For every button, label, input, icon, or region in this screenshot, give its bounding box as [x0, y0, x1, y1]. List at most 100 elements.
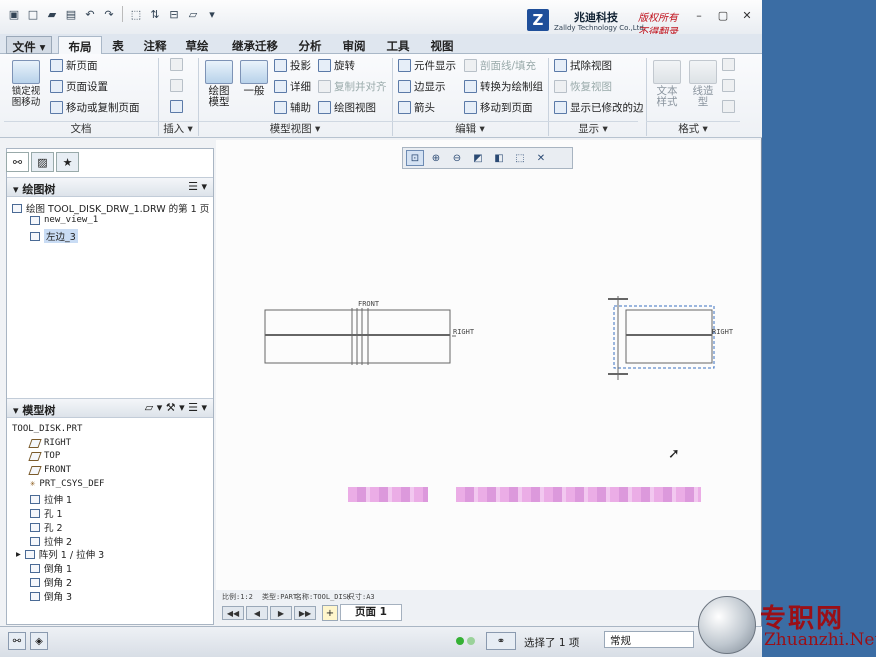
drawing-tree-root[interactable]: 绘图 TOOL_DISK_DRW_1.DRW 的第 1 页: [12, 201, 209, 215]
section-fill-button[interactable]: 剖面线/填充: [464, 58, 536, 73]
restore-view-button[interactable]: 恢复视图: [554, 79, 612, 94]
tab-legacy-migration[interactable]: 继承迁移: [224, 36, 286, 54]
format-tool-3[interactable]: [722, 100, 735, 113]
tab-analysis[interactable]: 分析: [292, 36, 328, 54]
open-folder-icon[interactable]: ▰: [44, 6, 60, 22]
group-insert-label[interactable]: 插入 ▾: [158, 121, 198, 137]
prev-page-icon[interactable]: ◀: [246, 606, 268, 620]
folder-browser-tab-icon[interactable]: ▨: [31, 152, 54, 172]
navigator-toggle-icon[interactable]: ⚯: [8, 632, 26, 650]
customize-icon[interactable]: ▾: [204, 6, 220, 22]
tree-item-top[interactable]: TOP: [28, 451, 60, 461]
text-style-button[interactable]: 文本 样式: [652, 60, 682, 108]
move-copy-page-button[interactable]: 移动或复制页面: [50, 100, 140, 115]
group-edit-label[interactable]: 编辑 ▾: [392, 121, 548, 137]
tab-annotate[interactable]: 注释: [138, 36, 172, 54]
detail-button[interactable]: 详细: [274, 79, 311, 94]
favorites-tab-icon[interactable]: ★: [56, 152, 79, 172]
model-tree-root[interactable]: TOOL_DISK.PRT: [12, 424, 82, 434]
tree-item-hole-1[interactable]: 孔 1: [30, 506, 63, 520]
new-page-button[interactable]: 新页面: [50, 58, 98, 73]
group-model-views-label[interactable]: 模型视图 ▾: [198, 121, 392, 137]
tree-settings-icon[interactable]: ☰ ▾: [188, 180, 207, 193]
page-1-tab[interactable]: 页面 1: [340, 604, 402, 621]
tree-item-hole-2[interactable]: 孔 2: [30, 520, 63, 534]
tab-review[interactable]: 审阅: [336, 36, 372, 54]
drawing-view-button[interactable]: 绘图视图: [318, 100, 376, 115]
zoom-out-icon[interactable]: ⊖: [448, 150, 466, 166]
tree-item-left-3[interactable]: 左边_3: [30, 229, 78, 243]
tree-item-right[interactable]: RIGHT: [28, 438, 71, 448]
copy-align-button[interactable]: 复制并对齐: [318, 79, 387, 94]
windows-icon[interactable]: ⊟: [166, 6, 182, 22]
convert-draw-group-button[interactable]: 转换为绘制组: [464, 79, 543, 94]
tab-tools[interactable]: 工具: [380, 36, 416, 54]
browser-toggle-icon[interactable]: ◈: [30, 632, 48, 650]
expand-icon[interactable]: ▸: [16, 549, 21, 560]
insert-tool-2[interactable]: [170, 79, 183, 92]
auxiliary-button[interactable]: 辅助: [274, 100, 311, 115]
tree-item-csys[interactable]: ✳ PRT_CSYS_DEF: [30, 479, 104, 489]
next-page-icon[interactable]: ▶: [270, 606, 292, 620]
tree-item-chamfer-1[interactable]: 倒角 1: [30, 561, 72, 575]
tab-layout[interactable]: 布局: [58, 36, 102, 54]
last-page-icon[interactable]: ▶▶: [294, 606, 316, 620]
drawing-tree-header[interactable]: ▾ 绘图树 ☰ ▾: [7, 177, 213, 197]
datum-display-icon[interactable]: ⬚: [511, 150, 529, 166]
close-icon[interactable]: ✕: [740, 8, 754, 22]
group-format-label[interactable]: 格式 ▾: [646, 121, 740, 137]
annotation-display-icon[interactable]: ✕: [532, 150, 550, 166]
tree-item-new-view-1[interactable]: new_view_1: [30, 215, 98, 225]
tab-table[interactable]: 表: [104, 36, 132, 54]
zoom-in-icon[interactable]: ⊕: [427, 150, 445, 166]
insert-tool-3[interactable]: [170, 100, 183, 113]
arrow-button[interactable]: 箭头: [398, 100, 435, 115]
tab-view[interactable]: 视图: [424, 36, 460, 54]
edge-display-button[interactable]: 边显示: [398, 79, 446, 94]
find-binoculars-icon[interactable]: ⚭: [486, 632, 516, 650]
chart-icon: [170, 58, 183, 71]
line-style-button[interactable]: 线造 型: [688, 60, 718, 108]
model-tree-tab-icon[interactable]: ⚯: [6, 152, 29, 172]
close-window-icon[interactable]: ▱: [185, 6, 201, 22]
tree-item-chamfer-3[interactable]: 倒角 3: [30, 589, 72, 603]
new-file-icon[interactable]: □: [25, 6, 41, 22]
format-tool-2[interactable]: [722, 79, 735, 92]
first-page-icon[interactable]: ◀◀: [222, 606, 244, 620]
tab-file[interactable]: 文件 ▾: [6, 36, 52, 54]
projection-button[interactable]: 投影: [274, 58, 311, 73]
selection-filter-select[interactable]: 常规: [604, 631, 694, 648]
tree-item-front[interactable]: FRONT: [28, 465, 71, 475]
refit-icon[interactable]: ⊡: [406, 150, 424, 166]
lock-view-move-button[interactable]: 锁定视 图移动: [8, 60, 44, 108]
new-page-tab-icon[interactable]: +: [322, 605, 338, 621]
model-tree-header[interactable]: ▾ 模型树 ▱ ▾ ⚒ ▾ ☰ ▾: [7, 398, 213, 418]
tree-item-extrude-2[interactable]: 拉伸 2: [30, 534, 72, 548]
tree-item-chamfer-2[interactable]: 倒角 2: [30, 575, 72, 589]
drawing-canvas[interactable]: FRONT RIGHT RIGHT ➚: [216, 140, 760, 600]
tree-item-pattern-1[interactable]: ▸ 阵列 1 / 拉伸 3: [16, 547, 104, 562]
regenerate-icon[interactable]: ⇅: [147, 6, 163, 22]
display-style-icon[interactable]: ◧: [490, 150, 508, 166]
redo-icon[interactable]: ↷: [101, 6, 117, 22]
save-icon[interactable]: ▤: [63, 6, 79, 22]
select-box-icon[interactable]: ⬚: [128, 6, 144, 22]
tree-item-extrude-1[interactable]: 拉伸 1: [30, 492, 72, 506]
model-tree-tools-icon[interactable]: ▱ ▾ ⚒ ▾ ☰ ▾: [145, 401, 207, 414]
maximize-icon[interactable]: ▢: [716, 8, 730, 22]
erase-view-button[interactable]: 拭除视图: [554, 58, 612, 73]
show-modified-edges-button[interactable]: 显示已修改的边: [554, 100, 644, 115]
page-setup-button[interactable]: 页面设置: [50, 79, 108, 94]
tab-sketch[interactable]: 草绘: [180, 36, 214, 54]
format-tool-1[interactable]: [722, 58, 735, 71]
group-display-label[interactable]: 显示 ▾: [548, 121, 638, 137]
move-to-page-button[interactable]: 移动到页面: [464, 100, 533, 115]
general-view-button[interactable]: 一般: [238, 60, 270, 97]
drawing-model-button[interactable]: 绘图 模型: [203, 60, 235, 108]
insert-tool-1[interactable]: [170, 58, 183, 71]
minimize-icon[interactable]: –: [692, 8, 706, 22]
element-display-button[interactable]: 元件显示: [398, 58, 456, 73]
revolve-button[interactable]: 旋转: [318, 58, 355, 73]
repaint-icon[interactable]: ◩: [469, 150, 487, 166]
undo-icon[interactable]: ↶: [82, 6, 98, 22]
